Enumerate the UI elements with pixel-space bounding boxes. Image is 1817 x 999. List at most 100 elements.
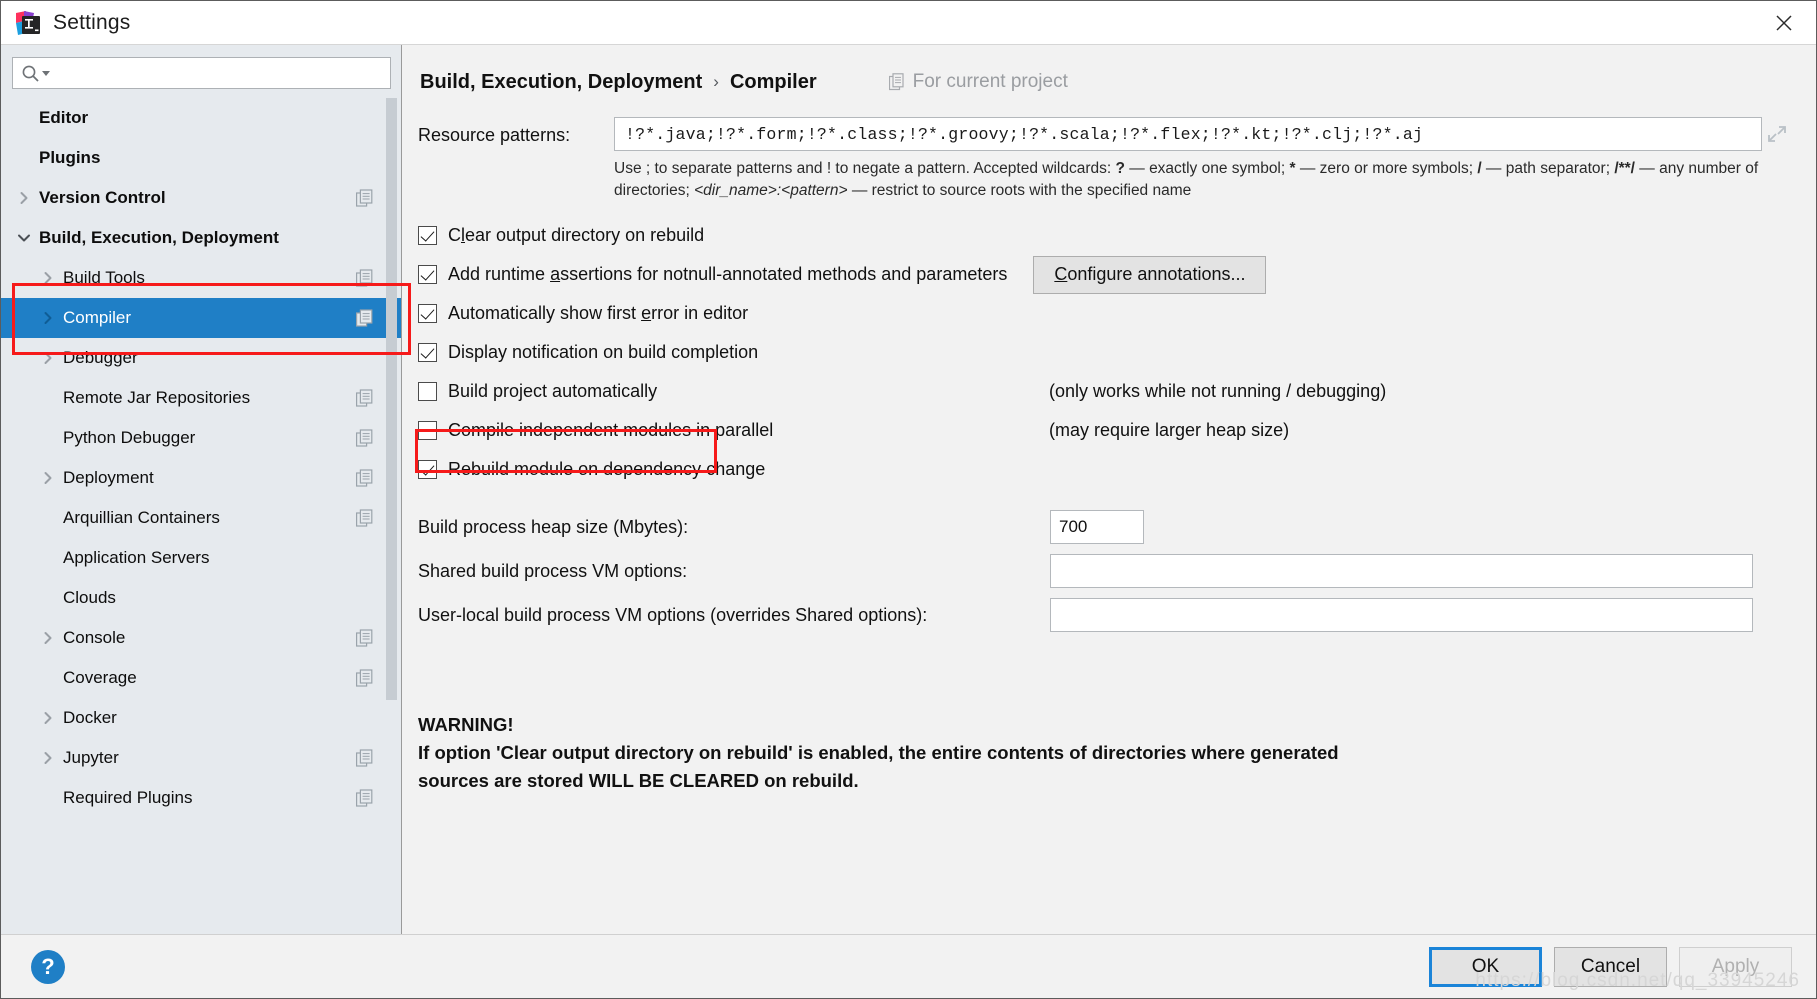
sidebar-item-required-plugins[interactable]: Required Plugins — [1, 778, 401, 818]
warning-line-3: sources are stored WILL BE CLEARED on re… — [418, 769, 859, 791]
button-mnemonic: C — [1054, 264, 1068, 284]
checkbox-label-display-notification-on-build-completion[interactable]: Display notification on build completion — [448, 342, 758, 363]
search-box[interactable] — [12, 57, 391, 89]
label-text-rest: rror in editor — [651, 303, 749, 323]
copy-module-icon — [356, 789, 373, 807]
sidebar-item-label: Remote Jar Repositories — [63, 388, 251, 407]
breadcrumb-parent[interactable]: Build, Execution, Deployment — [420, 71, 702, 94]
help-icon[interactable]: ? — [31, 949, 65, 984]
label-mnemonic: e — [641, 303, 652, 323]
sidebar-item-compiler[interactable]: Compiler — [1, 298, 401, 338]
sidebar-item-label: Build, Execution, Deployment — [39, 228, 279, 247]
checkbox-label-automatically-show-first-error-in-editor[interactable]: Automatically show first error in editor — [448, 303, 748, 324]
compiler-settings-panel: Build, Execution, Deployment › Compiler … — [402, 45, 1816, 934]
resource-patterns-input[interactable]: !?*.java;!?*.form;!?*.class;!?*.groovy;!… — [614, 117, 1762, 151]
checkbox-label-rebuild-module-on-dependency-change[interactable]: Rebuild module on dependency change — [448, 459, 765, 480]
sidebar-item-python-debugger[interactable]: Python Debugger — [1, 418, 401, 458]
configure-annotations-button[interactable]: Configure annotations... — [1033, 255, 1267, 294]
project-scope-label: For current project — [912, 71, 1068, 92]
checkbox-build-project-automatically[interactable] — [418, 382, 437, 401]
sidebar-item-deployment[interactable]: Deployment — [1, 458, 401, 498]
sidebar-item-build-tools[interactable]: Build Tools — [1, 258, 401, 298]
chevron-right-icon[interactable] — [37, 271, 59, 285]
window-title: Settings — [53, 10, 131, 34]
search-input[interactable] — [51, 58, 382, 88]
breadcrumb-current: Compiler — [729, 70, 817, 93]
label-text-rest: ssertions for notnull-annotated methods … — [560, 264, 1008, 284]
sidebar-item-debugger[interactable]: Debugger — [1, 338, 401, 378]
sidebar-item-remote-jar-repositories[interactable]: Remote Jar Repositories — [1, 378, 401, 418]
sidebar-item-docker[interactable]: Docker — [1, 698, 401, 738]
label-text: Display notification on build completion — [448, 342, 759, 362]
chevron-right-icon[interactable] — [13, 191, 35, 205]
sidebar-item-plugins[interactable]: Plugins — [1, 138, 401, 178]
hint-wildcard-question: ? — [1115, 160, 1125, 177]
checkbox-display-notification-on-build-completion[interactable] — [418, 343, 437, 362]
sidebar-item-arquillian-containers[interactable]: Arquillian Containers — [1, 498, 401, 538]
hint-wildcard-star: * — [1289, 160, 1296, 177]
checkbox-add-runtime-assertions-for-notnull-annotated-m[interactable] — [418, 265, 437, 284]
sidebar-item-label: Jupyter — [63, 748, 119, 767]
search-dropdown-caret-down-icon[interactable] — [41, 68, 51, 78]
close-icon[interactable] — [1762, 7, 1806, 39]
warning-title: WARNING! — [418, 714, 514, 735]
sidebar-item-clouds[interactable]: Clouds — [1, 578, 401, 618]
sidebar-item-version-control[interactable]: Version Control — [1, 178, 401, 218]
sidebar-item-label: Docker — [63, 708, 117, 727]
hint-wildcard-slash: / — [1477, 160, 1482, 177]
sidebar-item-label: Required Plugins — [63, 788, 193, 807]
field-label-user-local-build-process-vm-options-overrides-: User-local build process VM options (ove… — [418, 604, 928, 625]
resource-patterns-field-wrap: !?*.java;!?*.form;!?*.class;!?*.groovy;!… — [614, 117, 1792, 151]
checkbox-clear-output-directory-on-rebuild[interactable] — [418, 226, 437, 245]
settings-tree-list: Editor Plugins Version Control Build, Execu… — [1, 98, 401, 818]
sidebar-item-console[interactable]: Console — [1, 618, 401, 658]
hint-text-1: Use ; to separate patterns and ! to nega… — [614, 160, 1116, 177]
compiler-options-list: Clear output directory on rebuild Add run… — [418, 216, 1792, 489]
button-label: onfigure annotations... — [1067, 264, 1246, 284]
checkbox-compile-independent-modules-in-parallel[interactable] — [418, 421, 437, 440]
label-text: Compile independent modules in parallel — [448, 420, 774, 440]
option-note-build-project-automatically: (only works while not running / debuggin… — [1049, 381, 1387, 401]
chevron-right-icon[interactable] — [37, 711, 59, 725]
field-input-build-process-heap-size-mbytes[interactable] — [1050, 510, 1144, 544]
sidebar-item-application-servers[interactable]: Application Servers — [1, 538, 401, 578]
checkbox-automatically-show-first-error-in-editor[interactable] — [418, 304, 437, 323]
search-area — [1, 45, 401, 98]
ok-button[interactable]: OK — [1429, 946, 1542, 987]
option-row-display-notification-on-build-completion: Display notification on build completion — [418, 333, 1792, 372]
settings-tree: Editor Plugins Version Control Build, Execu… — [1, 98, 401, 934]
sidebar-item-build-execution-deployment[interactable]: Build, Execution, Deployment — [1, 218, 401, 258]
checkbox-label-add-runtime-assertions-for-notnull-annotated-m[interactable]: Add runtime assertions for notnull-annot… — [448, 264, 1007, 285]
copy-module-icon — [356, 509, 373, 527]
sidebar-item-jupyter[interactable]: Jupyter — [1, 738, 401, 778]
chevron-right-icon[interactable] — [37, 751, 59, 765]
sidebar-item-editor[interactable]: Editor — [1, 98, 401, 138]
hint-dirname-pattern: <dir_name>:<pattern> — [694, 182, 848, 199]
label-text: Rebuild module on dependency change — [448, 459, 766, 479]
chevron-down-icon[interactable] — [13, 231, 35, 245]
option-row-add-runtime-assertions-for-notnull-annotated-m: Add runtime assertions for notnull-annot… — [418, 255, 1792, 294]
sidebar-item-label: Compiler — [63, 308, 132, 327]
hint-text-2: — exactly one symbol; — [1124, 160, 1290, 177]
field-input-shared-build-process-vm-options[interactable] — [1050, 554, 1753, 588]
cancel-button[interactable]: Cancel — [1554, 946, 1667, 987]
chevron-right-icon[interactable] — [37, 311, 59, 325]
chevron-right-icon[interactable] — [37, 471, 59, 485]
sidebar-item-label: Console — [63, 628, 126, 647]
chevron-right-icon[interactable] — [37, 631, 59, 645]
sidebar-item-label: Python Debugger — [63, 428, 196, 447]
expand-diagonal-icon[interactable] — [1762, 117, 1792, 151]
sidebar-item-label: Debugger — [63, 348, 138, 367]
settings-sidebar: Editor Plugins Version Control Build, Execu… — [1, 45, 402, 934]
checkbox-rebuild-module-on-dependency-change[interactable] — [418, 460, 437, 479]
checkbox-label-build-project-automatically[interactable]: Build project automatically — [448, 381, 657, 402]
sidebar-item-label: Version Control — [39, 188, 166, 207]
field-label-shared-build-process-vm-options: Shared build process VM options: — [418, 560, 688, 581]
checkbox-label-compile-independent-modules-in-parallel[interactable]: Compile independent modules in parallel — [448, 420, 773, 441]
option-row-rebuild-module-on-dependency-change: Rebuild module on dependency change — [418, 450, 1792, 489]
hint-text-8: with the specified name — [1029, 182, 1192, 199]
chevron-right-icon[interactable] — [37, 351, 59, 365]
sidebar-item-coverage[interactable]: Coverage — [1, 658, 401, 698]
field-input-user-local-build-process-vm-options-overrides-[interactable] — [1050, 598, 1753, 632]
checkbox-label-clear-output-directory-on-rebuild[interactable]: Clear output directory on rebuild — [448, 225, 704, 246]
